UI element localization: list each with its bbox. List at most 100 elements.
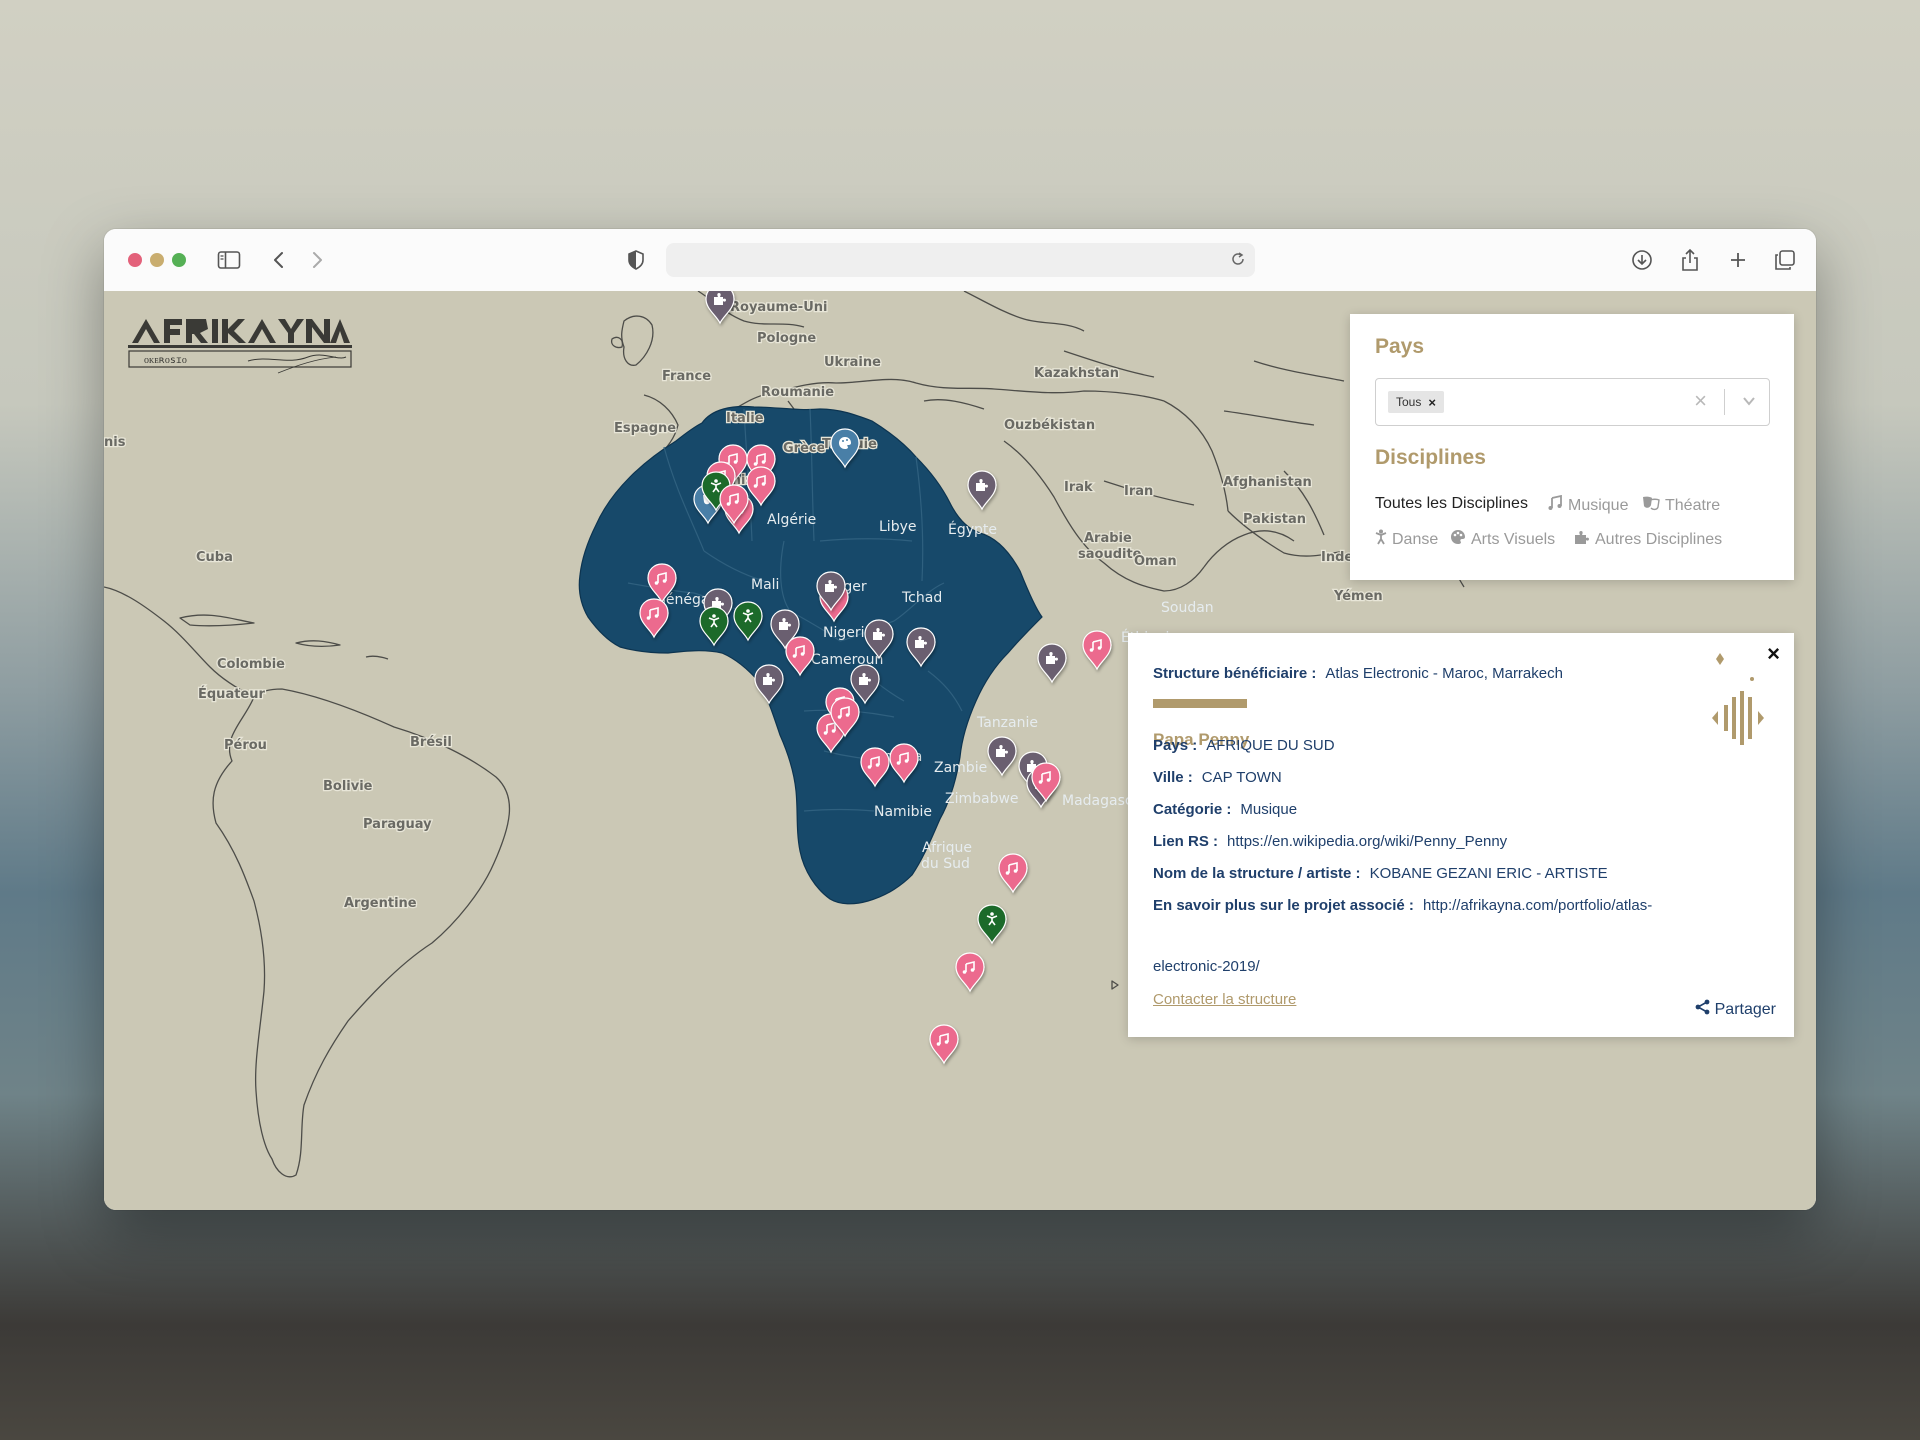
- music-marker[interactable]: [929, 1024, 959, 1065]
- music-marker[interactable]: [1082, 630, 1112, 671]
- detail-row[interactable]: Lien RS : https://en.wikipedia.org/wiki/P…: [1153, 833, 1507, 850]
- svg-text:ᴏᴋᴇʀᴏsɪᴏ: ᴏᴋᴇʀᴏsɪᴏ: [144, 355, 187, 366]
- detail-value[interactable]: http://afrikayna.com/portfolio/atlas-: [1423, 897, 1652, 914]
- discipline-visual[interactable]: Arts Visuels: [1450, 529, 1555, 550]
- detail-label: Lien RS :: [1153, 833, 1219, 850]
- filter-panel: Pays Tous × × Disciplines Toutes les Dis…: [1350, 314, 1794, 580]
- map-area[interactable]: Royaume-Uni Pologne Ukraine Kazakhstan Franc…: [104, 291, 1816, 1210]
- discipline-all[interactable]: Toutes les Disciplines: [1375, 495, 1528, 513]
- new-tab-icon[interactable]: [1725, 247, 1751, 273]
- country-label: Équateur: [198, 686, 265, 702]
- country-label: Irak: [1064, 480, 1093, 495]
- discipline-theatre-label: Théatre: [1665, 496, 1721, 514]
- country-label: Argentine: [344, 896, 417, 911]
- country-label: Grèce: [783, 441, 826, 456]
- theatre-masks-icon: [1642, 495, 1660, 516]
- map-markers[interactable]: [639, 291, 1112, 1065]
- detail-label: Ville :: [1153, 769, 1193, 786]
- music-marker[interactable]: [998, 853, 1028, 894]
- puzzle-icon: [1574, 529, 1590, 550]
- detail-value: CAP TOWN: [1201, 769, 1282, 786]
- dance-marker[interactable]: [977, 904, 1007, 945]
- other-marker[interactable]: [967, 470, 997, 511]
- country-label: Yémen: [1333, 589, 1383, 604]
- country-label: Iran: [1124, 484, 1153, 499]
- country-label: Ouzbékistan: [1004, 418, 1095, 433]
- back-chevron-icon[interactable]: [266, 247, 292, 273]
- detail-label: Pays :: [1153, 737, 1198, 754]
- discipline-music[interactable]: Musique: [1547, 494, 1629, 516]
- close-icon[interactable]: ×: [1767, 641, 1780, 667]
- country-label: Égypte: [948, 521, 997, 538]
- share-button[interactable]: Partager: [1695, 999, 1776, 1020]
- info-panel: × Structure bénéficiaire : Atlas Electron…: [1128, 633, 1794, 1037]
- structure-value: Atlas Electronic - Maroc, Marrakech: [1325, 665, 1563, 682]
- address-bar[interactable]: [666, 243, 1255, 277]
- country-label: Italie: [726, 411, 764, 426]
- country-label: Namibie: [874, 804, 932, 820]
- pays-select[interactable]: Tous × ×: [1375, 378, 1770, 426]
- country-label: Tanzanie: [976, 715, 1038, 731]
- detail-label: Nom de la structure / artiste :: [1153, 865, 1361, 882]
- discipline-other[interactable]: Autres Disciplines: [1574, 529, 1722, 550]
- country-label: Tchad: [901, 590, 942, 606]
- detail-value: AFRIQUE DU SUD: [1206, 737, 1335, 754]
- zoom-window-button[interactable]: [172, 253, 186, 267]
- discipline-dance[interactable]: Danse: [1375, 529, 1438, 550]
- country-label: Roumanie: [761, 385, 834, 400]
- country-label: Libye: [879, 519, 916, 535]
- share-label: Partager: [1714, 1000, 1776, 1018]
- contact-link[interactable]: Contacter la structure: [1153, 991, 1296, 1008]
- privacy-shield-icon[interactable]: [623, 247, 649, 273]
- country-label: Soudan: [1161, 600, 1214, 616]
- detail-value[interactable]: https://en.wikipedia.org/wiki/Penny_Penn…: [1227, 833, 1507, 850]
- country-label: Zambie: [934, 760, 987, 776]
- discipline-theatre[interactable]: Théatre: [1642, 495, 1720, 516]
- url-continuation[interactable]: electronic-2019/: [1153, 958, 1260, 975]
- music-marker[interactable]: [955, 952, 985, 993]
- chevron-down-icon[interactable]: [1741, 393, 1757, 414]
- country-label: Mali: [751, 577, 779, 593]
- reload-icon[interactable]: [1227, 248, 1249, 274]
- sidebar-toggle-icon[interactable]: [216, 247, 242, 273]
- country-label: Colombie: [217, 657, 285, 672]
- brand-emblem-icon: [1708, 653, 1768, 763]
- detail-row: Pays : AFRIQUE DU SUD: [1153, 737, 1335, 754]
- country-label: Royaume-Uni: [730, 300, 827, 315]
- tab-overview-icon[interactable]: [1772, 247, 1798, 273]
- music-note-icon: [1547, 494, 1563, 516]
- select-divider: [1724, 389, 1725, 415]
- close-window-button[interactable]: [128, 253, 142, 267]
- other-marker[interactable]: [987, 736, 1017, 777]
- pays-title: Pays: [1375, 335, 1425, 358]
- country-label: Kazakhstan: [1034, 366, 1119, 381]
- country-label: Pologne: [757, 331, 816, 346]
- country-label: saoudite: [1078, 547, 1142, 562]
- discipline-music-label: Musique: [1568, 496, 1629, 514]
- structure-label: Structure bénéficiaire :: [1153, 665, 1317, 682]
- country-label: Inde: [1321, 550, 1353, 565]
- detail-row: Catégorie : Musique: [1153, 801, 1297, 818]
- other-marker[interactable]: [705, 291, 735, 325]
- country-label: Espagne: [614, 421, 676, 436]
- pays-tag[interactable]: Tous ×: [1388, 391, 1444, 413]
- forward-chevron-icon[interactable]: [304, 247, 330, 273]
- discipline-other-label: Autres Disciplines: [1595, 530, 1723, 548]
- pays-tag-label: Tous: [1396, 395, 1422, 409]
- afrikayna-logo[interactable]: ᴏᴋᴇʀᴏsɪᴏ: [128, 317, 352, 375]
- detail-value: KOBANE GEZANI ERIC - ARTISTE: [1369, 865, 1608, 882]
- other-marker[interactable]: [1037, 643, 1067, 684]
- remove-tag-icon[interactable]: ×: [1428, 395, 1436, 410]
- country-label: Brésil: [410, 735, 452, 750]
- palette-icon: [1450, 529, 1466, 550]
- discipline-all-label: Toutes les Disciplines: [1375, 495, 1528, 512]
- detail-row[interactable]: En savoir plus sur le projet associé : ht…: [1153, 897, 1652, 914]
- downloads-icon[interactable]: [1629, 247, 1655, 273]
- detail-row: Nom de la structure / artiste : KOBANE GE…: [1153, 865, 1608, 882]
- discipline-dance-label: Danse: [1392, 530, 1439, 548]
- minimize-window-button[interactable]: [150, 253, 164, 267]
- country-label: Pakistan: [1243, 512, 1306, 527]
- share-nodes-icon: [1695, 999, 1710, 1020]
- clear-icon[interactable]: ×: [1694, 388, 1707, 414]
- share-icon[interactable]: [1677, 247, 1703, 273]
